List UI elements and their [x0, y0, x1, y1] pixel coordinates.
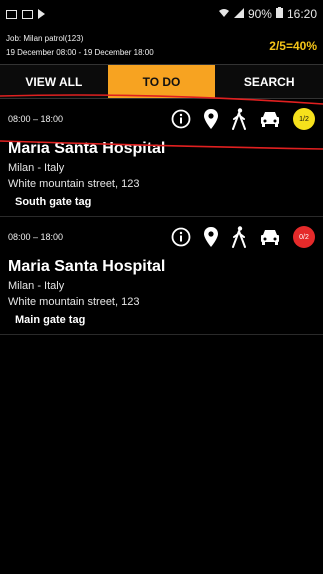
walking-icon[interactable] [231, 226, 247, 248]
job-info: Job: Milan patrol(123) 19 December 08:00… [6, 32, 154, 60]
location-pin-icon[interactable] [203, 109, 219, 129]
item-time: 08:00 – 18:00 [8, 232, 64, 242]
car-icon[interactable] [259, 110, 281, 128]
item-tag: South gate tag [15, 196, 92, 208]
info-icon[interactable] [171, 227, 191, 247]
play-icon [38, 9, 45, 19]
job-period: 19 December 08:00 - 19 December 18:00 [6, 48, 154, 57]
signal-icon [233, 7, 244, 21]
item-city: Milan - Italy [8, 162, 65, 174]
item-actions: 1/2 [171, 108, 315, 130]
item-address: White mountain street, 123 [8, 296, 140, 308]
tab-to-do[interactable]: TO DO [107, 65, 216, 98]
walking-icon[interactable] [231, 108, 247, 130]
item-actions: 0/2 [171, 226, 315, 248]
job-header: Job: Milan patrol(123) 19 December 08:00… [0, 28, 323, 64]
item-time: 08:00 – 18:00 [8, 114, 64, 124]
item-city: Milan - Italy [8, 280, 65, 292]
wifi-icon [218, 7, 230, 21]
image-icon [22, 9, 33, 19]
car-icon[interactable] [259, 228, 281, 246]
location-pin-icon[interactable] [203, 227, 219, 247]
status-badge: 1/2 [293, 108, 315, 130]
list-item[interactable]: 08:00 – 18:00 0/2 Maria Santa Hospital M… [0, 217, 323, 335]
tab-view-all[interactable]: VIEW ALL [0, 65, 108, 98]
job-progress: 2/5=40% [269, 39, 317, 53]
list-item[interactable]: 08:00 – 18:00 1/2 Maria Santa Hospital M… [0, 99, 323, 217]
notification-icons [6, 9, 45, 19]
item-name: Maria Santa Hospital [8, 258, 166, 275]
info-icon[interactable] [171, 109, 191, 129]
battery-icon [275, 7, 283, 21]
job-title: Job: Milan patrol(123) [6, 34, 84, 43]
clock: 16:20 [286, 7, 317, 21]
item-address: White mountain street, 123 [8, 178, 140, 190]
tab-bar: VIEW ALL TO DO SEARCH [0, 64, 323, 99]
battery-percent: 90% [247, 7, 272, 21]
status-bar: 90% 16:20 [0, 0, 323, 28]
item-name: Maria Santa Hospital [8, 140, 166, 157]
system-status: 90% 16:20 [218, 7, 317, 21]
tab-search[interactable]: SEARCH [215, 65, 323, 98]
gallery-icon [6, 9, 17, 19]
status-badge: 0/2 [293, 226, 315, 248]
item-tag: Main gate tag [15, 314, 86, 326]
